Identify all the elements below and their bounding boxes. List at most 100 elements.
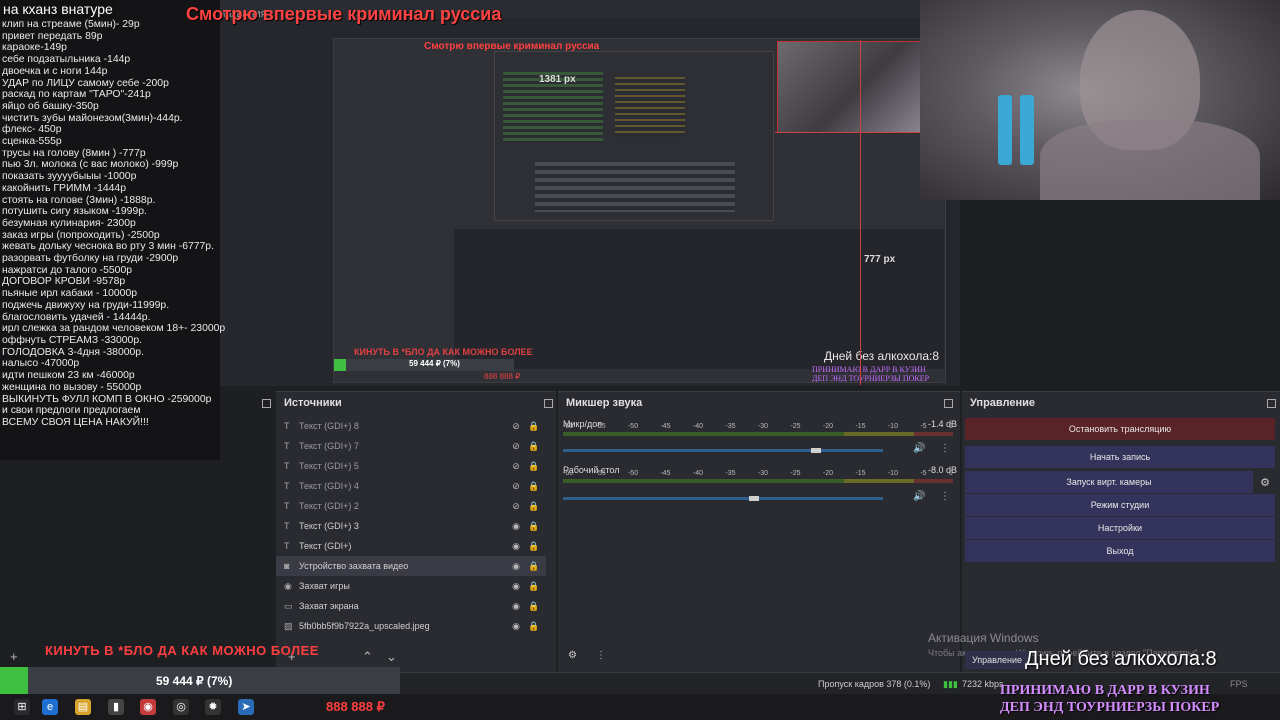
lock-icon[interactable]: 🔒 — [528, 621, 540, 632]
start-virtual-camera-button[interactable]: Запуск вирт. камеры — [965, 471, 1253, 493]
virtual-camera-gear-icon[interactable]: ⚙ — [1255, 471, 1275, 493]
donation-progress-fill — [0, 667, 28, 696]
stop-streaming-button[interactable]: Остановить трансляцию — [965, 418, 1275, 440]
microphone-graphic — [998, 95, 1012, 165]
channel-desktop-slider[interactable] — [563, 496, 883, 501]
source-item[interactable]: ▭ Захват экрана ◉ 🔒 — [276, 596, 546, 616]
source-item[interactable]: ◉ Захват игры ◉ 🔒 — [276, 576, 546, 596]
visibility-eye-icon[interactable]: ◉ — [510, 521, 522, 532]
source-item[interactable]: T Текст (GDI+) 8 ⊘ 🔒 — [276, 416, 546, 436]
text-icon: T — [284, 501, 290, 511]
edge-icon[interactable]: e — [42, 699, 58, 715]
move-up-icon[interactable]: ⌃ — [362, 649, 373, 665]
lock-icon[interactable]: 🔒 — [528, 561, 540, 572]
dock-float-icon[interactable] — [262, 399, 271, 408]
source-item[interactable]: ▨ 5fb0bb5f9b7922a_upscaled.jpeg ◉ 🔒 — [276, 616, 546, 636]
browser-icon[interactable]: ◉ — [140, 699, 156, 715]
promo-line-1: ПРИНИМАЮ В ДАРР В КУЗИН — [1000, 683, 1210, 698]
source-item[interactable]: T Текст (GDI+) 2 ⊘ 🔒 — [276, 496, 546, 516]
lock-icon[interactable]: 🔒 — [528, 601, 540, 612]
move-down-icon[interactable]: ⌄ — [386, 649, 397, 665]
text-icon: T — [284, 461, 290, 471]
mixer-menu-icon[interactable]: ⋮ — [596, 650, 606, 661]
start-recording-button[interactable]: Начать запись — [965, 446, 1275, 468]
price-list-item: ДОГОВОР КРОВИ -9578р — [2, 276, 126, 288]
source-name: Захват экрана — [299, 601, 359, 611]
lock-icon[interactable]: 🔒 — [528, 481, 540, 492]
controls-title: Управление — [970, 397, 1036, 409]
kebab-menu-icon[interactable]: ⋮ — [940, 443, 950, 454]
visibility-eye-icon[interactable]: ⊘ — [510, 461, 522, 472]
scale-tick: -20 — [822, 470, 833, 477]
visibility-eye-icon[interactable]: ◉ — [510, 621, 522, 632]
scale-tick: -55 — [595, 470, 606, 477]
app-icon[interactable]: ▮ — [108, 699, 124, 715]
scale-tick: -60 — [563, 470, 574, 477]
source-name: Текст (GDI+) 7 — [299, 441, 359, 451]
speaker-icon[interactable]: 🔊 — [913, 491, 925, 502]
price-list-item: оффнуть СТРЕАМЗ -33000р. — [2, 334, 143, 346]
visibility-eye-icon[interactable]: ◉ — [510, 601, 522, 612]
settings-button[interactable]: Настройки — [965, 517, 1275, 539]
visibility-eye-icon[interactable]: ⊘ — [510, 441, 522, 452]
exit-button[interactable]: Выход — [965, 540, 1275, 562]
windows-start-icon[interactable]: ⊞ — [14, 699, 30, 715]
visibility-eye-icon[interactable]: ⊘ — [510, 501, 522, 512]
source-name: 5fb0bb5f9b7922a_upscaled.jpeg — [299, 621, 430, 631]
slider-knob[interactable] — [811, 448, 821, 453]
scale-tick: -15 — [855, 470, 866, 477]
price-list-overlay: на кханз внатуре клип на стреаме (5мин)-… — [0, 0, 225, 460]
lock-icon[interactable]: 🔒 — [528, 421, 540, 432]
visibility-eye-icon[interactable]: ◉ — [510, 541, 522, 552]
obs-icon[interactable]: ◎ — [173, 699, 189, 715]
donation-progress-bar: 59 444 ₽ (7%) — [0, 667, 400, 696]
slider-knob[interactable] — [749, 496, 759, 501]
dock-float-icon[interactable] — [944, 399, 953, 408]
dock-float-icon[interactable] — [1267, 399, 1276, 408]
telegram-icon[interactable]: ➤ — [238, 699, 254, 715]
mixer-settings-icon[interactable]: ⚙ — [568, 650, 577, 661]
channel-mic-meter — [563, 432, 953, 436]
source-item[interactable]: T Текст (GDI+) 7 ⊘ 🔒 — [276, 436, 546, 456]
dock-float-icon[interactable] — [544, 399, 553, 408]
price-list-item: и свои предлоги предлогаем — [2, 405, 141, 417]
nested-webcam — [777, 41, 922, 133]
money-total: 888 888 ₽ — [326, 699, 385, 714]
add-icon[interactable]: + — [10, 649, 18, 664]
lock-icon[interactable]: 🔒 — [528, 541, 540, 552]
price-list-item: ВЫКИНУТЬ ФУЛЛ КОМП В ОКНО -259000р — [2, 393, 212, 405]
lock-icon[interactable]: 🔒 — [528, 501, 540, 512]
preview-canvas[interactable]: 1381 px Смотрю впервые криминал руссиа 7… — [333, 38, 946, 383]
nested-888-text: 888 888 ₽ — [484, 372, 521, 381]
scale-tick: 0 — [948, 470, 953, 477]
scale-tick: -25 — [790, 470, 801, 477]
stream-title: Смотрю впервые криминал руссиа — [186, 4, 502, 24]
lock-icon[interactable]: 🔒 — [528, 441, 540, 452]
controls-tab[interactable]: Управление — [965, 651, 1029, 669]
source-item[interactable]: T Текст (GDI+) 4 ⊘ 🔒 — [276, 476, 546, 496]
price-list-item: себе подзатыльника -144р — [2, 54, 131, 66]
studio-mode-button[interactable]: Режим студии — [965, 494, 1275, 516]
lock-icon[interactable]: 🔒 — [528, 461, 540, 472]
promo-line-2: ДЕП ЭНД ТОУРНИЕРЗЫ ПОКЕР — [1000, 700, 1220, 715]
source-item[interactable]: T Текст (GDI+) 5 ⊘ 🔒 — [276, 456, 546, 476]
source-item[interactable]: T Текст (GDI+) 3 ◉ 🔒 — [276, 516, 546, 536]
source-item[interactable]: T Текст (GDI+) ◉ 🔒 — [276, 536, 546, 556]
kebab-menu-icon[interactable]: ⋮ — [940, 491, 950, 502]
folder-icon[interactable]: ▤ — [75, 699, 91, 715]
lock-icon[interactable]: 🔒 — [528, 521, 540, 532]
donation-goal-title: КИНУТЬ В *БЛО ДА КАК МОЖНО БОЛЕЕ — [45, 643, 319, 658]
source-name: Текст (GDI+) — [299, 541, 352, 551]
scale-tick: -60 — [563, 423, 574, 430]
steam-icon[interactable]: ✹ — [205, 699, 221, 715]
scale-tick: -5 — [920, 470, 927, 477]
visibility-eye-icon[interactable]: ◉ — [510, 581, 522, 592]
price-list: клип на стреаме (5мин)- 29р привет переда… — [0, 19, 225, 429]
channel-mic-slider[interactable] — [563, 448, 883, 453]
source-item[interactable]: ◙ Устройство захвата видео ◉ 🔒 — [276, 556, 546, 576]
visibility-eye-icon[interactable]: ⊘ — [510, 421, 522, 432]
visibility-eye-icon[interactable]: ⊘ — [510, 481, 522, 492]
visibility-eye-icon[interactable]: ◉ — [510, 561, 522, 572]
speaker-icon[interactable]: 🔊 — [913, 443, 925, 454]
lock-icon[interactable]: 🔒 — [528, 581, 540, 592]
